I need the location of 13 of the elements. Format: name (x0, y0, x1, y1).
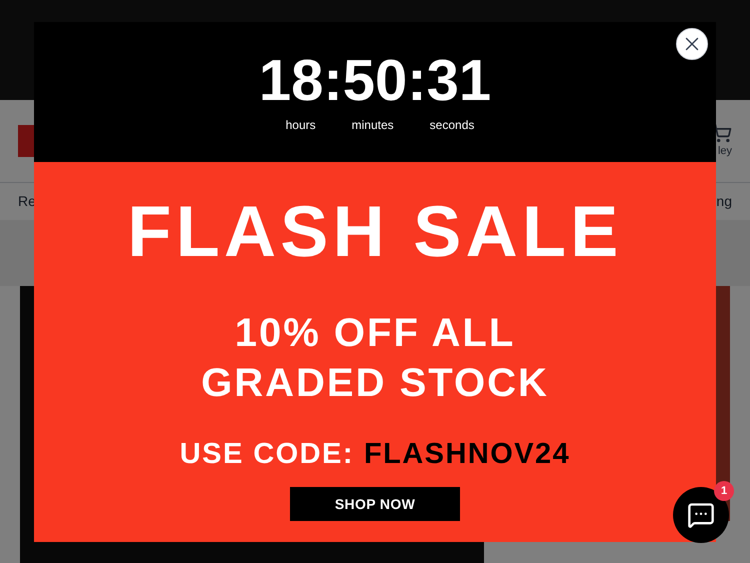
popup-subtitle: GRADED STOCK (201, 360, 549, 407)
popup-subtitle: 10% OFF ALL (234, 310, 516, 357)
chat-icon (687, 501, 715, 529)
countdown-unit: minutes (352, 117, 394, 134)
shop-now-button[interactable]: SHOP NOW (290, 487, 460, 521)
countdown-unit: hours (286, 117, 316, 134)
code-label: USE CODE: (180, 440, 354, 469)
promo-code: FLASHNOV24 (364, 440, 570, 469)
cart-label[interactable]: ley (718, 142, 732, 160)
nav-link[interactable]: ng (716, 191, 732, 212)
countdown-time: 18:50:31 (258, 52, 492, 110)
popup-title: FLASH SALE (127, 196, 623, 268)
countdown-unit: seconds (430, 117, 474, 134)
